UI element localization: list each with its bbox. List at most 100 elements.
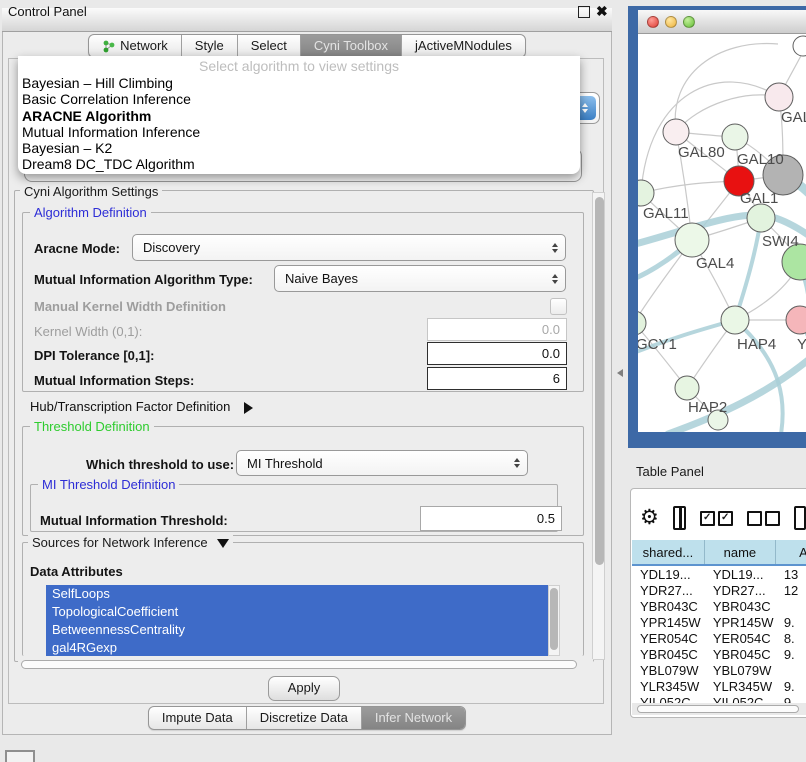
tab-style[interactable]: Style [181,35,237,57]
algorithm-option-bayesian-k2[interactable]: Bayesian – K2 [18,140,580,156]
top-tab-strip: Network Style Select Cyni ToolboxjActiveMNo… [88,34,526,58]
expand-right-icon[interactable] [244,402,253,414]
settings-vscrollbar[interactable] [592,192,605,660]
tab-label: Select [251,35,287,57]
network-node-hap4[interactable] [721,306,749,334]
collapse-down-icon[interactable] [217,539,229,548]
table-hscrollbar[interactable] [632,703,806,715]
network-node-gal80[interactable] [663,119,689,145]
table-cell: 9. [776,679,806,694]
network-node-gal10[interactable] [722,124,748,150]
table-row[interactable]: YBR043CYBR043C [632,598,806,614]
bottom-tab-strip: Impute Data Discretize DataInfer Network [148,706,466,730]
float-window-icon[interactable] [578,6,590,18]
network-window-frame: GALGAL80GAL10GAL1GAL11SWI4GAL4GCY1HAP4YH… [628,6,806,448]
column-header-1[interactable]: shared... [632,540,705,564]
table-row[interactable]: YPR145WYPR145W9. [632,614,806,630]
hub-definition-toggle[interactable]: Hub/Transcription Factor Definition [30,399,253,414]
table-row[interactable]: YLR345WYLR345W9. [632,678,806,694]
tab-jactivemnodules[interactable]: jActiveMNodules [401,35,525,57]
dpi-tolerance-field[interactable]: 0.0 [427,342,567,365]
network-node-gal11[interactable] [638,180,654,206]
node-label-y: Y [797,336,806,353]
node-label-gal11: GAL11 [643,205,689,222]
mac-zoom-icon[interactable] [683,16,695,28]
network-canvas[interactable]: GALGAL80GAL10GAL1GAL11SWI4GAL4GCY1HAP4YH… [638,34,806,432]
attribute-item-topologicalcoefficient[interactable]: TopologicalCoefficient [46,603,548,621]
attributes-scrollbar[interactable] [548,585,560,656]
deselect-all-icon[interactable] [747,511,780,526]
table-rows: YDL19...YDL19...13YDR27...YDR27...12YBR0… [632,566,806,704]
network-node-gal[interactable] [765,83,793,111]
table-cell: YPR145W [705,615,776,630]
document-icon[interactable] [794,506,806,530]
tab-infer-network[interactable]: Infer Network [361,707,465,729]
mi-threshold-field[interactable]: 0.5 [420,506,562,531]
tab-cyni-toolbox[interactable]: Cyni Toolbox [300,35,401,57]
chevron-updown-icon [514,458,520,468]
tab-discretize-data[interactable]: Discretize Data [246,707,361,729]
mi-steps-field[interactable]: 6 [427,367,567,390]
algorithm-option-aracne-algorithm[interactable]: ARACNE Algorithm [18,108,580,124]
algorithm-option-bayesian-hill-climbing[interactable]: Bayesian – Hill Climbing [18,75,580,91]
attribute-item-betweennesscentrality[interactable]: BetweennessCentrality [46,621,548,639]
kernel-width-field[interactable]: 0.0 [427,318,567,341]
which-threshold-combobox[interactable]: MI Threshold [236,450,528,476]
network-node-swi4[interactable] [747,204,775,232]
tab-network[interactable]: Network [89,35,181,57]
table-row[interactable]: YDR27...YDR27...12 [632,582,806,598]
chevron-updown-icon [552,274,558,284]
network-node[interactable] [793,36,806,56]
table-row[interactable]: YBR045CYBR045C9. [632,646,806,662]
algorithm-popup: Select algorithm to view settings Bayesi… [18,56,580,174]
table-cell: 8. [776,631,806,646]
mac-close-icon[interactable] [647,16,659,28]
column-header-2[interactable]: name [705,540,776,564]
control-panel-title: Control Panel [8,4,87,19]
columns-icon[interactable] [673,506,686,530]
table-row[interactable]: YER054CYER054C8. [632,630,806,646]
network-node-gcy1[interactable] [638,311,646,335]
manual-kernel-checkbox[interactable] [550,298,567,315]
network-node-y[interactable] [786,306,806,334]
node-label-hap4: HAP4 [737,336,776,353]
table-row[interactable]: YBL079WYBL079W [632,662,806,678]
minimized-panel-icon[interactable] [5,750,35,762]
algorithm-option-mutual-information-inference[interactable]: Mutual Information Inference [18,124,580,140]
algorithm-option-basic-correlation-inference[interactable]: Basic Correlation Inference [18,91,580,107]
algorithm-option-dream8-dc-tdc-algorithm[interactable]: Dream8 DC_TDC Algorithm [18,156,580,172]
algorithm-definition-title: Algorithm Definition [30,205,151,220]
table-row[interactable]: YDL19...YDL19...13 [632,566,806,582]
manual-kernel-label: Manual Kernel Width Definition [34,299,226,314]
tab-label: Network [120,35,168,57]
sources-group-title[interactable]: Sources for Network Inference [28,535,233,550]
mac-minimize-icon[interactable] [665,16,677,28]
network-icon [102,40,115,53]
dpi-tolerance-value: 0.0 [542,346,560,361]
panel-collapse-icon[interactable] [617,369,623,377]
settings-hscrollbar[interactable] [18,659,593,671]
tab-select[interactable]: Select [237,35,300,57]
select-all-icon[interactable]: ✓✓ [700,511,733,526]
close-icon[interactable]: ✖ [596,3,608,20]
mi-threshold-group-title: MI Threshold Definition [38,477,179,492]
network-node-hap2[interactable] [675,376,699,400]
network-node-gal4[interactable] [675,223,709,257]
aracne-mode-combobox[interactable]: Discovery [132,234,566,261]
tab-impute-data[interactable]: Impute Data [149,707,246,729]
node-label-gcy1: GCY1 [638,336,677,353]
attribute-item-selfloops[interactable]: SelfLoops [46,585,548,603]
mi-type-combobox[interactable]: Naive Bayes [274,265,566,292]
network-window-titlebar[interactable] [638,10,806,34]
table-cell: YBR043C [632,599,705,614]
attribute-item-gal4rgexp[interactable]: gal4RGexp [46,639,548,656]
apply-button[interactable]: Apply [268,676,340,701]
gear-icon[interactable]: ⚙ [640,507,659,529]
column-header-3[interactable]: A [776,540,806,564]
screenshot-stage: Control Panel ✖ Network Style Select Cyni T… [0,0,806,762]
tab-label: Impute Data [162,707,233,729]
table-cell: 13 [776,567,806,582]
mi-threshold-label: Mutual Information Threshold: [40,513,228,528]
data-attributes-label: Data Attributes [30,564,123,579]
data-attributes-list[interactable]: SelfLoopsTopologicalCoefficientBetweenne… [46,585,548,656]
